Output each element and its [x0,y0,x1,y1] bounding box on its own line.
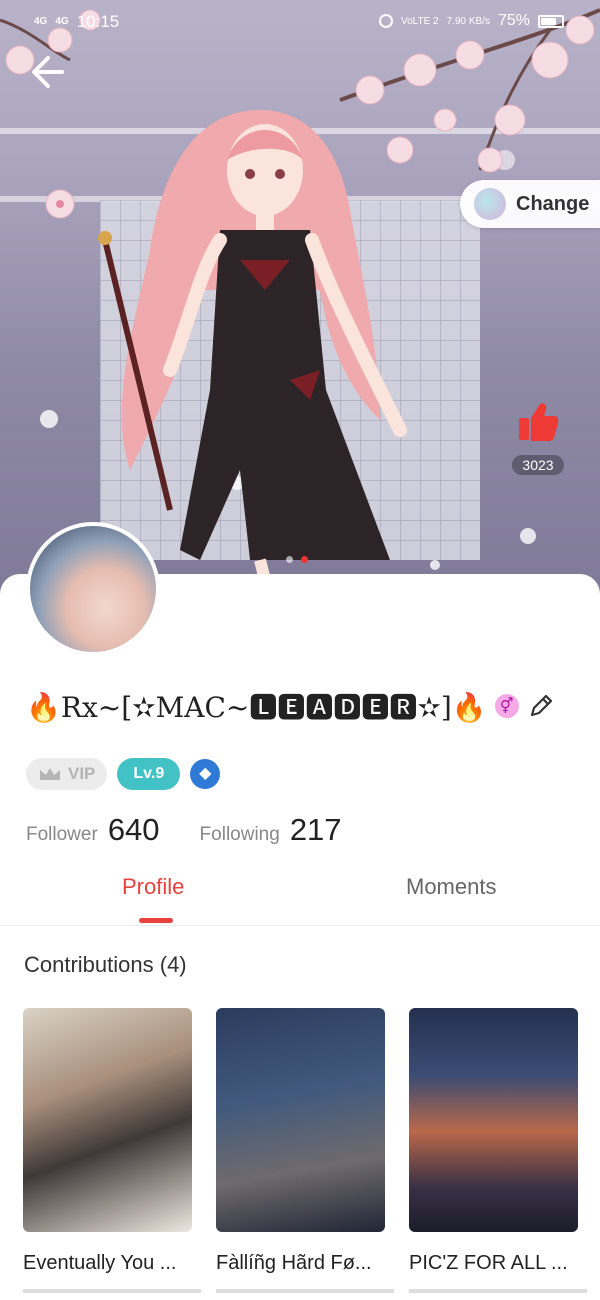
following-stat[interactable]: Following 217 [200,812,342,848]
tab-moments[interactable]: Moments [406,874,496,900]
card-divider [409,1289,587,1293]
contribution-title: Eventually You ... [23,1252,177,1274]
card-divider [23,1289,201,1293]
bokeh-light [430,560,440,570]
badges-row: VIP Lv.9 ◆ [26,758,221,790]
change-outfit-button[interactable]: Change [460,180,600,228]
network-indicator: 4G [55,16,69,27]
battery-percent: 75% [497,12,530,29]
back-arrow-icon[interactable] [28,52,72,96]
contribution-card[interactable]: Fàllíñg Hãrd Fø... [216,1008,394,1293]
contributions-list: Eventually You ... Fàllíñg Hãrd Fø... PI… [23,1008,587,1293]
vip-badge[interactable]: VIP [26,758,108,790]
volte-indicator: VoLTE 2 [400,15,439,27]
contribution-thumbnail [23,1008,192,1232]
status-bar: 4G 4G 10:15 VoLTE 2 7.90 KB/s 75% [0,0,600,44]
character-illustration [98,110,407,580]
follower-stat[interactable]: Follower 640 [26,812,160,848]
bokeh-light [40,410,58,428]
follower-label: Follower [26,824,98,845]
vip-label: VIP [68,764,96,783]
avatar[interactable] [26,522,160,656]
thumbs-up-icon [519,403,559,441]
carousel-dots [286,556,308,563]
edit-pencil-icon[interactable] [527,692,555,720]
battery-icon [538,14,564,28]
cherry-blossom [45,189,75,219]
contribution-title: PIC'Z FOR ALL ... [409,1252,568,1274]
follow-stats: Follower 640 Following 217 [26,812,342,848]
contribution-card[interactable]: Eventually You ... [23,1008,201,1293]
level-label: Lv.9 [133,765,165,782]
bokeh-light [520,528,536,544]
network-indicator: 4G [34,16,48,27]
crown-icon [40,768,60,780]
tab-profile[interactable]: Profile [122,874,184,900]
username: 🔥Rx~[✫MAC~🅻🅴🅰🅳🅴🆁✫]🔥 [26,691,487,724]
following-count: 217 [289,812,342,847]
profile-tabs: Profile Moments [0,860,600,926]
contribution-thumbnail [216,1008,385,1232]
clock: 10:15 [76,12,120,31]
carousel-dot-active [301,556,308,563]
contribution-title: Fàllíñg Hãrd Fø... [216,1252,372,1274]
outfit-avatar-icon [474,188,506,220]
following-label: Following [199,824,280,845]
contribution-card[interactable]: PIC'Z FOR ALL ... [409,1008,587,1293]
carousel-dot [286,556,293,563]
profile-cover: 4G 4G 10:15 VoLTE 2 7.90 KB/s 75% Change… [0,0,600,600]
follower-count: 640 [107,812,160,847]
active-tab-indicator [139,918,173,923]
diamond-icon[interactable]: ◆ [190,759,221,789]
contribution-thumbnail [409,1008,578,1232]
alarm-icon [378,14,393,28]
network-speed: 7.90 KB/s [446,15,490,27]
level-badge[interactable]: Lv.9 [117,758,181,790]
card-divider [216,1289,394,1293]
contributions-title: Contributions (4) [24,952,187,977]
gender-icon: ⚥ [494,694,519,718]
like-count: 3023 [512,455,564,475]
username-row: 🔥Rx~[✫MAC~🅻🅴🅰🅳🅴🆁✫]🔥 ⚥ [26,686,566,726]
like-button[interactable]: 3023 [506,400,570,475]
change-button-label: Change [516,192,590,215]
